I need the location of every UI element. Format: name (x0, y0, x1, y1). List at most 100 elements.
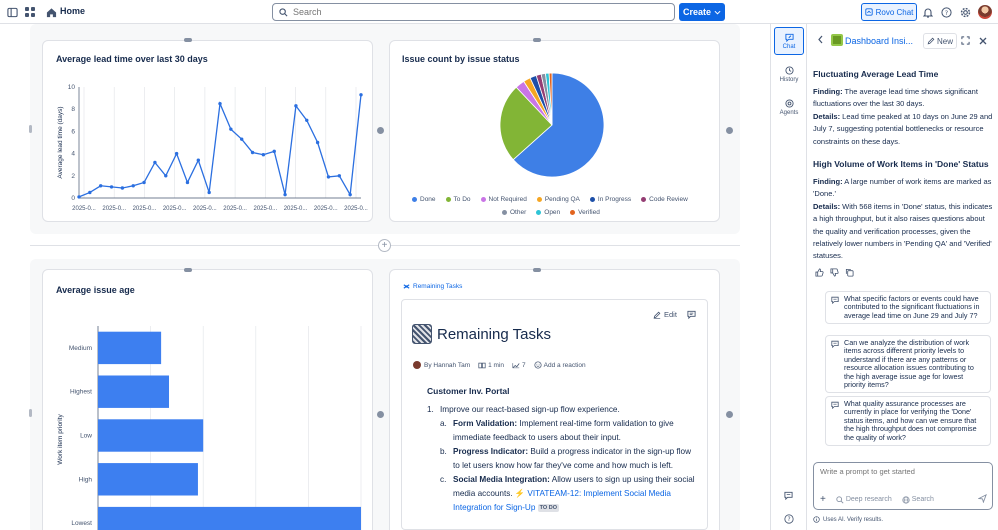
issue-age-bar (98, 375, 170, 408)
thumbs-down-icon[interactable] (830, 268, 839, 279)
suggested-prompt[interactable]: What quality assurance processes are cur… (825, 396, 991, 447)
ai-disclaimer: Uses AI. Verify results. (813, 516, 883, 523)
legend-label: Verified (578, 209, 600, 216)
help-circle-icon[interactable]: ? (784, 514, 794, 527)
close-icon[interactable] (979, 36, 987, 48)
lead-time-data-point (239, 137, 244, 141)
chat-header: Dashboard Insi... New (807, 24, 998, 58)
lead-time-data-point (98, 184, 103, 188)
response-feedback (815, 268, 854, 279)
thumbs-up-icon[interactable] (815, 268, 824, 279)
edit-button[interactable]: Edit (653, 310, 677, 319)
send-icon[interactable] (977, 493, 987, 505)
prompt-input[interactable] (820, 467, 985, 476)
legend-item[interactable]: Done (412, 196, 436, 203)
legend-item[interactable]: To Do (445, 196, 471, 203)
drag-handle[interactable] (184, 268, 192, 272)
legend-label: Open (544, 209, 561, 216)
lead-time-data-point (164, 174, 168, 178)
drag-handle[interactable] (533, 38, 541, 42)
suggested-prompt[interactable]: Can we analyze the distribution of work … (825, 335, 991, 394)
legend-label: Pending QA (544, 196, 580, 203)
legend-item[interactable]: In Progress (589, 196, 631, 203)
add-reaction-button[interactable]: Add a reaction (534, 361, 586, 369)
drag-handle[interactable] (184, 38, 192, 42)
lead-time-data-point (261, 153, 266, 157)
legend-item[interactable]: Pending QA (536, 196, 580, 203)
x-tick-label: 2025-0... (223, 206, 247, 212)
resize-handle-left[interactable] (29, 125, 32, 133)
lead-time-data-point (196, 158, 201, 162)
new-chat-button[interactable]: New (923, 33, 957, 49)
remaining-tasks-link-label: Remaining Tasks (413, 283, 463, 290)
x-tick-label: 2025-0... (253, 206, 277, 212)
list-item-label: Social Media Integration: (453, 475, 550, 484)
resize-handle-left[interactable] (29, 409, 32, 417)
legend-item[interactable]: Open (536, 209, 560, 216)
lead-time-data-point (109, 185, 114, 189)
legend-swatch (480, 197, 486, 202)
author[interactable]: By Hannah Tam (413, 361, 470, 369)
lead-time-data-point (120, 186, 125, 190)
deep-research-toggle[interactable]: Deep research (836, 495, 892, 504)
chat-title[interactable]: Dashboard Insi... (845, 36, 913, 46)
dashboard-insights-agent-icon (831, 34, 843, 46)
list-item: b. Progress Indicator: Build a progress i… (427, 445, 697, 473)
rail-item-agents-label: Agents (779, 109, 799, 116)
y-tick-label: 4 (71, 151, 75, 158)
list-item-label: Progress Indicator: (453, 447, 529, 456)
remaining-tasks-link[interactable]: Remaining Tasks (403, 283, 462, 290)
rail-item-chat[interactable]: Chat (774, 27, 804, 55)
rail-item-agents[interactable]: Agents (774, 93, 804, 121)
notifications-bell-icon[interactable] (920, 4, 936, 20)
settings-gear-icon[interactable] (957, 4, 973, 20)
expand-icon[interactable] (961, 36, 970, 48)
comment-icon[interactable] (687, 310, 696, 321)
rovo-side-rail: Chat History Agents ? (770, 24, 806, 530)
drag-handle[interactable] (533, 268, 541, 272)
lead-time-data-point (250, 150, 255, 155)
help-icon[interactable]: ? (938, 4, 954, 20)
search-box[interactable] (272, 3, 675, 21)
search-toggle[interactable]: Search (902, 495, 934, 504)
column-resize-handle[interactable] (377, 127, 384, 134)
legend-item[interactable]: Other (502, 209, 526, 216)
add-attachment-icon[interactable]: + (820, 494, 826, 505)
insight-details: Details: With 568 items in 'Done' status… (813, 201, 993, 263)
suggested-prompt[interactable]: What specific factors or events could ha… (825, 291, 991, 325)
rail-item-history-label: History (779, 76, 799, 83)
app-switcher-icon[interactable] (22, 4, 38, 20)
legend-item[interactable]: Not Required (480, 196, 527, 203)
copy-icon[interactable] (845, 268, 854, 279)
user-avatar[interactable] (978, 5, 992, 19)
page-metadata: By Hannah Tam 1 min 7 Add a reaction (413, 361, 586, 369)
add-section-button[interactable]: + (378, 239, 391, 252)
home-icon[interactable] (43, 4, 59, 20)
lead-time-gadget: Average lead time over last 30 days 2025… (42, 40, 373, 222)
lead-time-data-point (142, 180, 146, 185)
home-link[interactable]: Home (60, 6, 85, 16)
search-input[interactable] (293, 7, 674, 17)
sidebar-toggle-icon[interactable] (4, 4, 20, 20)
column-resize-handle-right[interactable] (726, 127, 733, 134)
page-emoji-icon (412, 324, 432, 344)
rovo-chat-button[interactable]: Rovo Chat (861, 3, 917, 21)
feedback-icon[interactable] (784, 491, 793, 503)
finding-label: Finding: (813, 87, 843, 96)
search-icon (279, 7, 288, 16)
back-chevron-icon[interactable] (817, 35, 824, 47)
create-button[interactable]: Create (679, 3, 725, 21)
column-resize-handle[interactable] (377, 411, 384, 418)
legend-item[interactable]: Code Review (641, 196, 688, 203)
prompt-tools: + Deep research Search (820, 494, 934, 505)
lead-time-data-point (131, 184, 135, 188)
column-resize-handle-right[interactable] (726, 411, 733, 418)
rail-item-history[interactable]: History (774, 60, 804, 88)
lead-time-data-point (88, 190, 92, 195)
trend-up-icon (512, 362, 520, 368)
y-tick-label: 2 (71, 173, 75, 180)
details-text: Lead time peaked at 10 days on June 29 a… (813, 111, 993, 146)
new-chat-label: New (936, 36, 953, 46)
legend-item[interactable]: Verified (570, 209, 600, 216)
svg-text:?: ? (787, 517, 790, 523)
